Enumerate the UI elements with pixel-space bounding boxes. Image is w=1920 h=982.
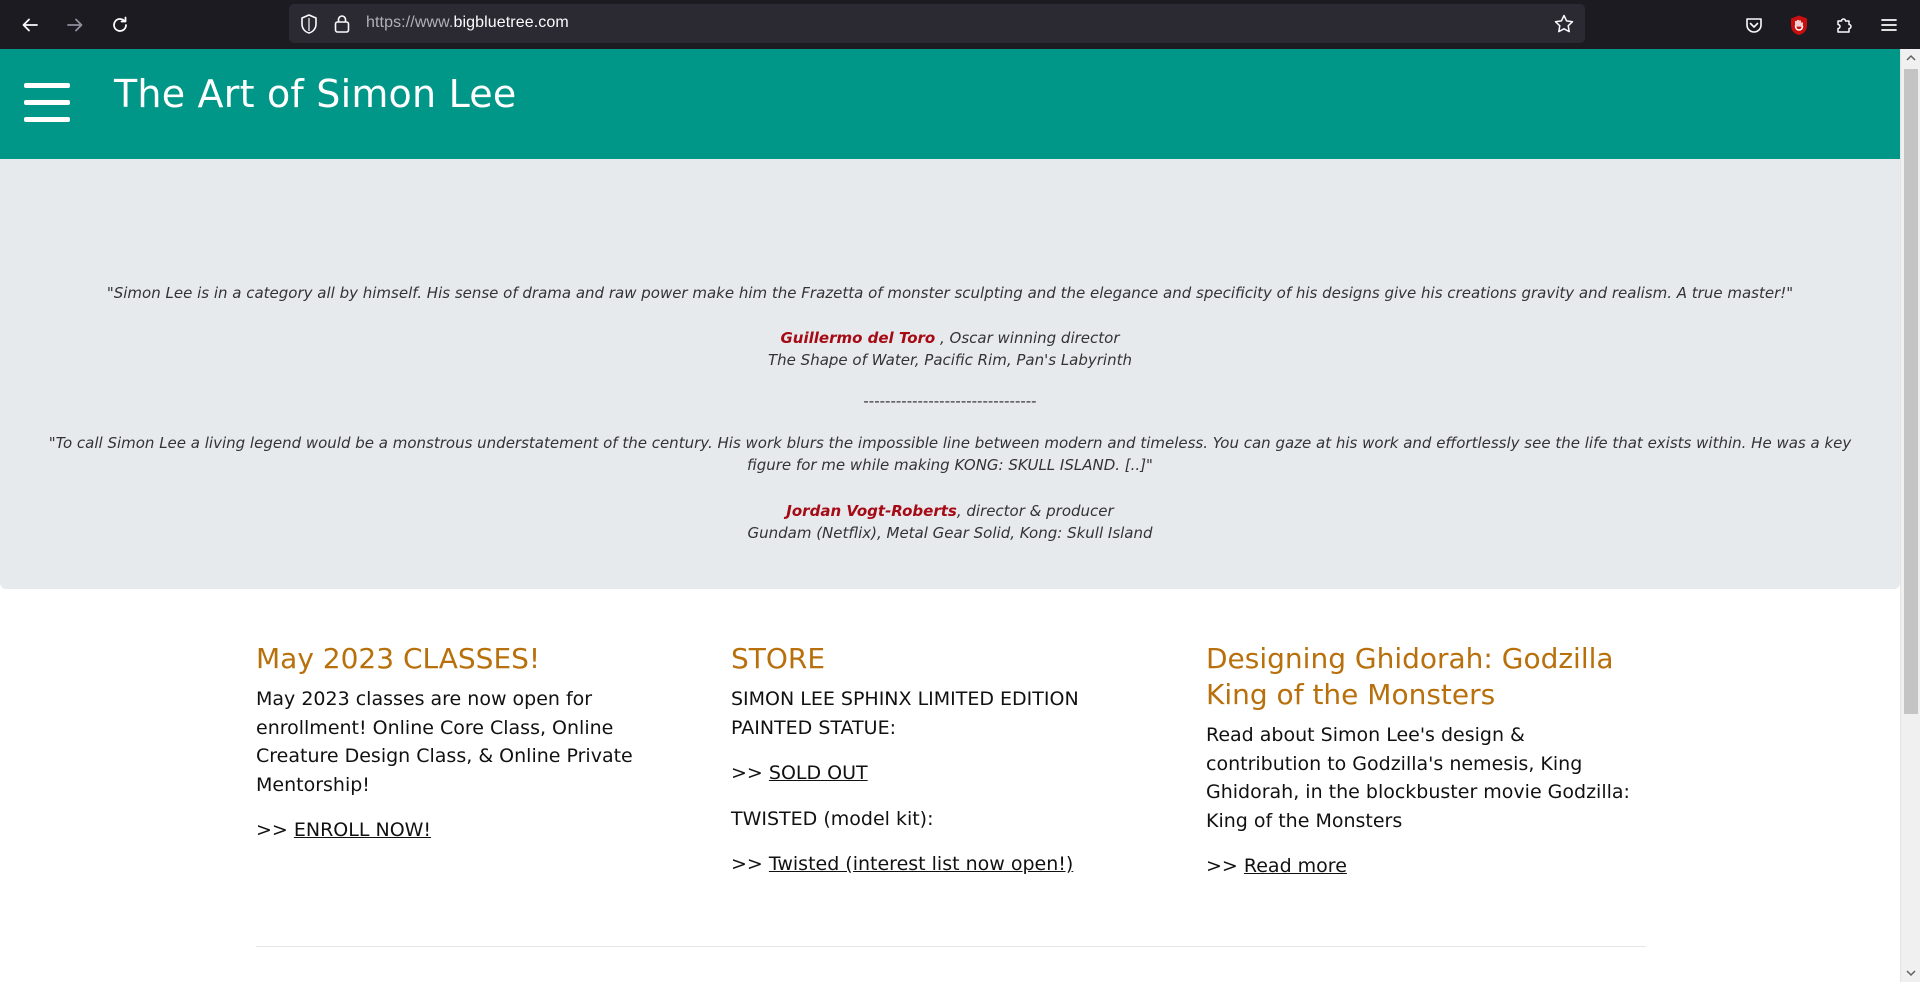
scrollbar-thumb[interactable] bbox=[1904, 69, 1918, 714]
lock-icon[interactable] bbox=[333, 13, 351, 35]
page-scrollbar[interactable] bbox=[1900, 49, 1920, 982]
classes-body: May 2023 classes are now open for enroll… bbox=[256, 688, 633, 796]
quote-role-2: , director & producer bbox=[956, 502, 1114, 520]
ghidorah-body: Read about Simon Lee's design & contribu… bbox=[1206, 724, 1630, 832]
section-divider bbox=[256, 946, 1646, 947]
quote-text-2: "To call Simon Lee a living legend would… bbox=[48, 434, 1852, 474]
forward-icon[interactable] bbox=[60, 10, 90, 40]
store-link-line-2: >> Twisted (interest list now open!) bbox=[731, 850, 1161, 879]
ublock-extension-icon[interactable] bbox=[1784, 10, 1814, 40]
url-text[interactable]: https://www.bigbluetree.com bbox=[366, 14, 569, 32]
ghidorah-link-prefix: >> bbox=[1206, 855, 1244, 877]
page-viewport: The Art of Simon Lee "Simon Lee is in a … bbox=[0, 49, 1900, 982]
classes-heading: May 2023 CLASSES! bbox=[256, 642, 541, 675]
sold-out-link[interactable]: SOLD OUT bbox=[769, 762, 868, 784]
site-title[interactable]: The Art of Simon Lee bbox=[114, 72, 516, 116]
enroll-now-link[interactable]: ENROLL NOW! bbox=[294, 819, 431, 841]
classes-link-prefix: >> bbox=[256, 819, 294, 841]
reload-icon[interactable] bbox=[105, 10, 135, 40]
twisted-interest-link[interactable]: Twisted (interest list now open!) bbox=[769, 853, 1073, 875]
pocket-icon[interactable] bbox=[1739, 10, 1769, 40]
url-prefix: https://www. bbox=[366, 14, 454, 31]
scroll-down-arrow-icon[interactable] bbox=[1905, 967, 1917, 979]
bookmark-star-icon[interactable] bbox=[1553, 13, 1575, 35]
store-link-line-1: >> SOLD OUT bbox=[731, 759, 1161, 788]
hamburger-menu-icon[interactable] bbox=[24, 83, 70, 125]
address-bar[interactable]: https://www.bigbluetree.com bbox=[289, 4, 1585, 43]
store-heading: STORE bbox=[731, 642, 826, 675]
url-domain: bigbluetree.com bbox=[453, 14, 569, 31]
classes-link-line: >> ENROLL NOW! bbox=[256, 816, 686, 845]
extensions-puzzle-icon[interactable] bbox=[1829, 10, 1859, 40]
ghidorah-heading: Designing Ghidorah: Godzilla King of the… bbox=[1206, 642, 1614, 711]
app-menu-icon[interactable] bbox=[1874, 10, 1904, 40]
ghidorah-column: Designing Ghidorah: Godzilla King of the… bbox=[1206, 641, 1636, 898]
quote-author-1: Guillermo del Toro bbox=[780, 329, 936, 347]
store-link-prefix-2: >> bbox=[731, 853, 769, 875]
back-icon[interactable] bbox=[15, 10, 45, 40]
quote-credits-2: Gundam (Netflix), Metal Gear Solid, Kong… bbox=[747, 524, 1153, 542]
read-more-link[interactable]: Read more bbox=[1244, 855, 1347, 877]
quote-role-1: , Oscar winning director bbox=[935, 329, 1120, 347]
quote-text-1: "Simon Lee is in a category all by himse… bbox=[106, 284, 1794, 302]
browser-toolbar: https://www.bigbluetree.com bbox=[0, 0, 1920, 49]
site-header: The Art of Simon Lee bbox=[0, 49, 1900, 159]
ghidorah-link-line: >> Read more bbox=[1206, 852, 1636, 881]
quote-separator: -------------------------------- bbox=[863, 392, 1037, 410]
shield-icon[interactable] bbox=[299, 13, 319, 35]
scroll-up-arrow-icon[interactable] bbox=[1905, 52, 1917, 64]
store-column: STORE SIMON LEE SPHINX LIMITED EDITION P… bbox=[731, 641, 1161, 896]
store-item-1: SIMON LEE SPHINX LIMITED EDITION PAINTED… bbox=[731, 688, 1079, 739]
store-item-2: TWISTED (model kit): bbox=[731, 807, 934, 830]
quote-attribution-2: Jordan Vogt-Roberts, director & producer bbox=[40, 500, 1860, 522]
quote-attribution-1: Guillermo del Toro , Oscar winning direc… bbox=[40, 327, 1860, 349]
testimonials-section: "Simon Lee is in a category all by himse… bbox=[0, 159, 1900, 589]
classes-column: May 2023 CLASSES! May 2023 classes are n… bbox=[256, 641, 686, 862]
quote-credits-1: The Shape of Water, Pacific Rim, Pan's L… bbox=[768, 351, 1132, 369]
quote-author-2: Jordan Vogt-Roberts bbox=[786, 502, 957, 520]
store-link-prefix-1: >> bbox=[731, 762, 769, 784]
